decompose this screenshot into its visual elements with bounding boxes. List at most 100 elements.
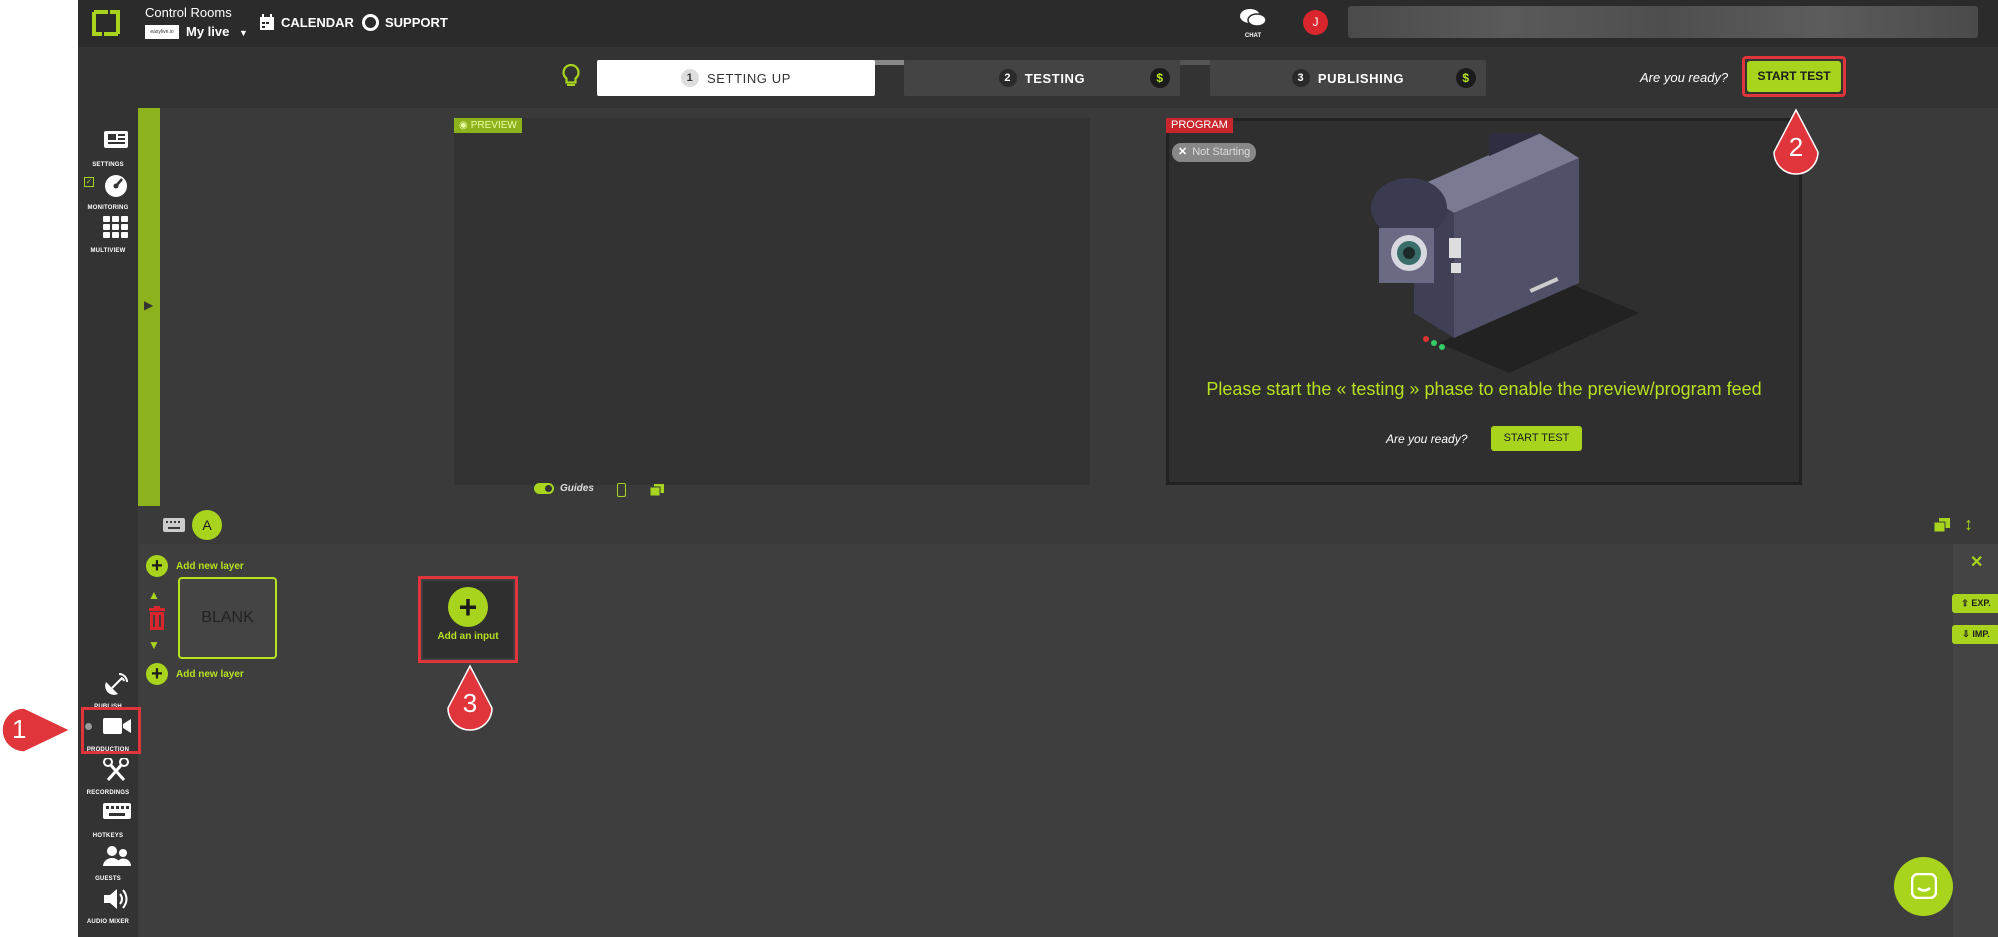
right-panel: ✕ ⇪ EXP. ⇩ IMP. bbox=[1894, 544, 1998, 937]
chevron-down-icon: ▼ bbox=[238, 28, 248, 38]
lifebuoy-icon bbox=[362, 14, 379, 31]
trash-icon[interactable] bbox=[147, 606, 167, 630]
expand-vertical-icon[interactable]: ↕ bbox=[1964, 514, 1973, 535]
nav-publish[interactable]: PUBLISH bbox=[78, 670, 138, 710]
chat-bubbles-icon bbox=[1240, 9, 1267, 27]
preview-tag: ◉ PREVIEW bbox=[454, 118, 522, 133]
nav-settings[interactable]: SETTINGS bbox=[78, 128, 138, 168]
sidebar-toggle-strip[interactable]: ▶ bbox=[138, 108, 160, 506]
preview-label: PREVIEW bbox=[470, 120, 517, 131]
calendar-label: CALENDAR bbox=[281, 15, 354, 30]
close-panel-icon[interactable]: ✕ bbox=[1970, 552, 1983, 572]
download-icon: ⇩ bbox=[1962, 629, 1970, 639]
start-test-button[interactable]: START TEST bbox=[1747, 61, 1841, 92]
move-layer-up-icon[interactable]: ▲ bbox=[148, 588, 160, 602]
control-rooms-title: Control Rooms bbox=[145, 5, 232, 20]
calendar-link[interactable]: CALENDAR bbox=[259, 14, 354, 31]
blank-label: BLANK bbox=[201, 609, 254, 626]
callout-marker: 2 bbox=[1772, 108, 1820, 175]
copy-layers-icon[interactable] bbox=[649, 484, 664, 502]
top-bar: Control Rooms easylive.io My live ▼ CALE… bbox=[78, 0, 1998, 47]
nav-label: RECORDINGS bbox=[86, 790, 130, 796]
step-publishing[interactable]: 3 PUBLISHING $ bbox=[1210, 60, 1486, 96]
scene-tab-a[interactable]: A bbox=[192, 510, 222, 540]
user-avatar[interactable]: J bbox=[1303, 10, 1328, 35]
plus-icon: + bbox=[146, 663, 168, 685]
ready-prompt: Are you ready? bbox=[1640, 70, 1729, 85]
program-ready-prompt: Are you ready? bbox=[1386, 432, 1468, 446]
step-connector-line-1 bbox=[874, 60, 904, 65]
close-icon: ✕ bbox=[1178, 146, 1188, 158]
chat-button[interactable]: CHAT bbox=[1238, 8, 1268, 40]
support-label: SUPPORT bbox=[385, 15, 448, 30]
scissors-icon bbox=[103, 758, 129, 781]
add-layer-bottom[interactable]: + Add new layer bbox=[146, 663, 244, 685]
speedometer-icon bbox=[105, 175, 127, 197]
left-nav: SETTINGS ✓ MONITORING MULTIVIEW PUBLISH … bbox=[78, 108, 138, 937]
blank-layer-tile[interactable]: BLANK bbox=[178, 577, 277, 659]
step-testing[interactable]: 2 TESTING $ bbox=[904, 60, 1180, 96]
status-text: Not Starting bbox=[1192, 146, 1251, 158]
avatar-initial: J bbox=[1312, 15, 1319, 29]
import-button[interactable]: ⇩ IMP. bbox=[1952, 625, 1998, 644]
keyboard-icon[interactable] bbox=[163, 518, 185, 532]
nav-label: AUDIO MIXER bbox=[86, 919, 130, 925]
toggle-switch bbox=[534, 483, 554, 494]
steps-bar: 1 SETTING UP 2 TESTING $ 3 PUBLISHING $ … bbox=[78, 47, 1998, 108]
upload-icon: ⇪ bbox=[1961, 598, 1969, 608]
nav-guests[interactable]: GUESTS bbox=[78, 842, 138, 882]
step-label: SETTING UP bbox=[706, 70, 791, 86]
plus-icon: + bbox=[146, 555, 168, 577]
paid-badge: $ bbox=[1456, 68, 1476, 88]
preview-pane: ◉ PREVIEW bbox=[454, 118, 1090, 485]
eye-icon: ◉ bbox=[459, 120, 468, 131]
nav-audio-mixer[interactable]: AUDIO MIXER bbox=[78, 885, 138, 925]
nav-hotkeys[interactable]: HOTKEYS bbox=[78, 799, 138, 839]
add-input-button[interactable]: + Add an input bbox=[423, 581, 513, 658]
move-layer-down-icon[interactable]: ▼ bbox=[148, 638, 160, 652]
scene-content: + Add new layer ▲ ▼ BLANK + Add new laye… bbox=[138, 544, 1953, 937]
nav-multiview[interactable]: MULTIVIEW bbox=[78, 214, 138, 254]
paid-badge: $ bbox=[1150, 68, 1170, 88]
org-logo-text: easylive.io bbox=[150, 29, 174, 35]
keyboard-icon bbox=[103, 803, 131, 819]
callout-number: 3 bbox=[462, 688, 478, 718]
plus-circle-icon: + bbox=[448, 587, 488, 627]
add-layer-label: Add new layer bbox=[176, 560, 244, 572]
help-chat-button[interactable] bbox=[1894, 857, 1953, 916]
account-info-blurred bbox=[1348, 6, 1978, 38]
mobile-icon[interactable] bbox=[617, 483, 626, 497]
program-pane: PROGRAM ✕ Not Starting Please start the … bbox=[1166, 118, 1802, 485]
satellite-dish-icon bbox=[105, 673, 128, 695]
step-number: 1 bbox=[680, 69, 699, 87]
nav-recordings[interactable]: RECORDINGS bbox=[78, 756, 138, 796]
program-start-test-button[interactable]: START TEST bbox=[1491, 426, 1582, 451]
step-setting-up[interactable]: 1 SETTING UP bbox=[597, 60, 875, 96]
support-link[interactable]: SUPPORT bbox=[362, 14, 448, 31]
lightbulb-icon[interactable] bbox=[562, 63, 580, 93]
program-message: Please start the « testing » phase to en… bbox=[1206, 379, 1762, 399]
add-layer-top[interactable]: + Add new layer bbox=[146, 555, 244, 577]
program-tag: PROGRAM bbox=[1166, 118, 1233, 133]
step-number: 2 bbox=[998, 69, 1017, 87]
live-selector[interactable]: My live ▼ bbox=[186, 24, 248, 39]
export-button[interactable]: ⇪ EXP. bbox=[1952, 594, 1998, 613]
nav-label: MONITORING bbox=[87, 205, 129, 211]
production-highlight bbox=[81, 707, 141, 754]
step-label: TESTING bbox=[1024, 70, 1086, 86]
nav-label: MULTIVIEW bbox=[90, 248, 126, 254]
org-logo: easylive.io bbox=[145, 25, 179, 39]
step-label: PUBLISHING bbox=[1317, 70, 1405, 86]
users-icon bbox=[103, 846, 131, 866]
app-logo[interactable] bbox=[90, 8, 122, 38]
callout-marker: 1 bbox=[0, 706, 72, 754]
live-name: My live bbox=[186, 24, 230, 39]
step-connector-line-2 bbox=[1180, 60, 1210, 65]
callout-number: 1 bbox=[12, 714, 27, 744]
calendar-icon bbox=[260, 14, 274, 30]
copy-icon[interactable] bbox=[1934, 518, 1950, 533]
callout-marker: 3 bbox=[446, 664, 494, 731]
step-number: 3 bbox=[1291, 69, 1310, 87]
guides-toggle[interactable]: Guides bbox=[534, 483, 594, 494]
nav-monitoring[interactable]: ✓ MONITORING bbox=[78, 171, 138, 211]
